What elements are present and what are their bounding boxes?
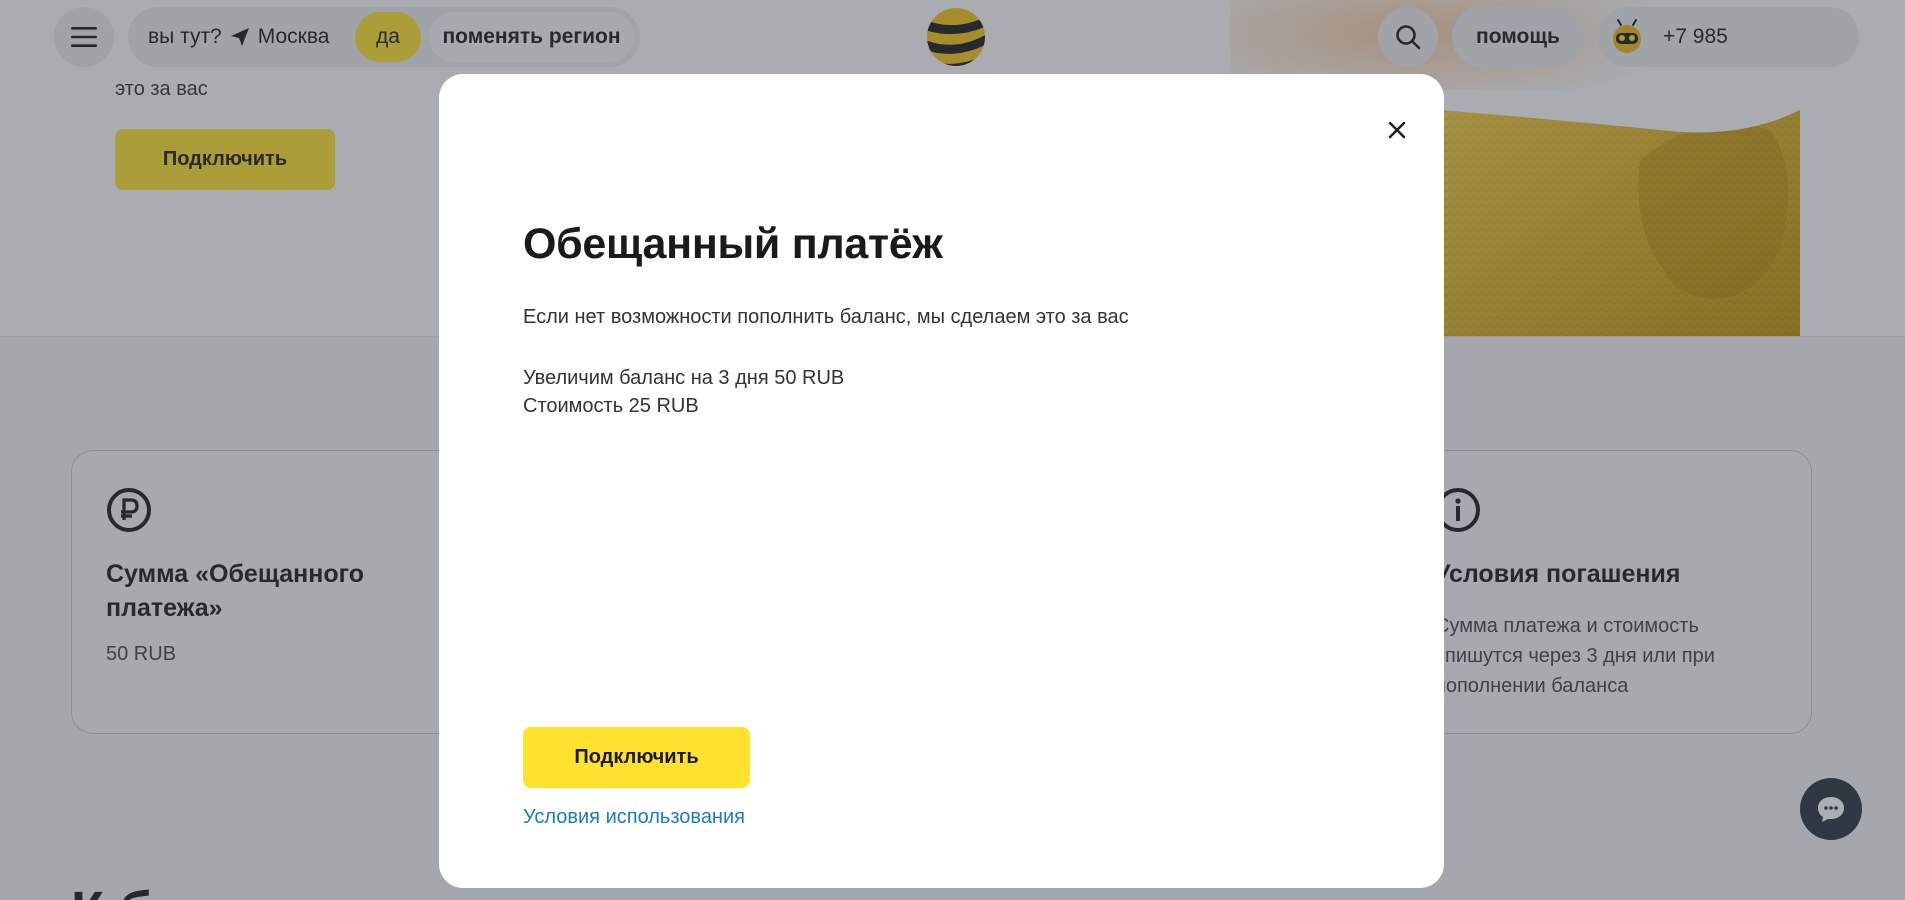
close-button[interactable] — [1377, 110, 1417, 150]
promised-payment-modal: Обещанный платёж Если нет возможности по… — [439, 74, 1444, 888]
modal-balance-increase: Увеличим баланс на 3 дня 50 RUB — [523, 367, 845, 389]
modal-cost: Стоимость 25 RUB — [523, 395, 699, 417]
connect-button[interactable]: Подключить — [523, 727, 750, 788]
terms-of-use-link[interactable]: Условия использования — [523, 806, 745, 829]
modal-subtitle: Если нет возможности пополнить баланс, м… — [523, 306, 1129, 328]
modal-title: Обещанный платёж — [523, 220, 943, 268]
close-icon — [1388, 121, 1406, 139]
